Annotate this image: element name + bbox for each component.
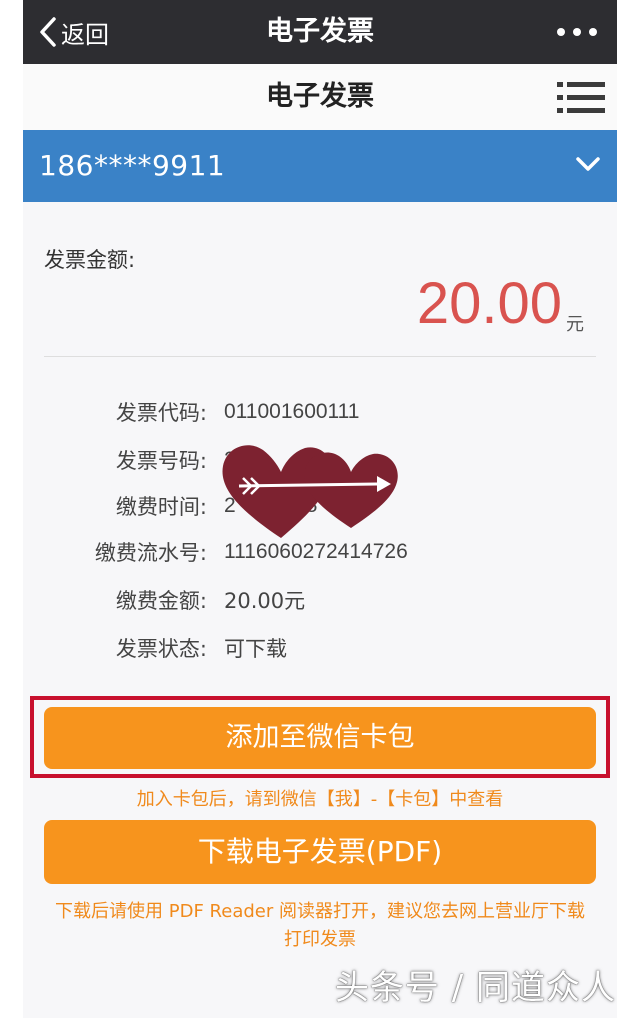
detail-label: 发票号码: bbox=[115, 449, 207, 473]
detail-label: 缴费流水号: bbox=[94, 541, 207, 565]
page-header: 电子发票 bbox=[23, 64, 617, 130]
chevron-left-icon bbox=[40, 17, 56, 47]
detail-value: 20.00元 bbox=[224, 589, 306, 613]
detail-row-amount: 缴费金额: 20.00元 bbox=[23, 580, 617, 620]
detail-label: 发票代码: bbox=[115, 401, 207, 425]
back-label: 返回 bbox=[61, 20, 109, 49]
more-button[interactable] bbox=[557, 18, 597, 46]
amount-unit: 元 bbox=[566, 314, 584, 335]
download-invoice-button[interactable]: 下载电子发票(PDF) bbox=[44, 820, 596, 884]
hearts-arrow-sticker-icon bbox=[222, 445, 398, 538]
detail-value: 可下载 bbox=[224, 637, 287, 661]
detail-value: 1116060272414726 bbox=[224, 540, 408, 563]
navbar: 返回 电子发票 bbox=[23, 0, 617, 64]
amount-label: 发票金额: bbox=[44, 248, 136, 272]
page-title: 电子发票 bbox=[266, 81, 374, 112]
detail-row-status: 发票状态: 可下载 bbox=[23, 628, 617, 668]
right-margin bbox=[617, 0, 640, 1018]
detail-value: 011001600111 bbox=[224, 400, 360, 423]
more-dots-icon bbox=[573, 28, 581, 36]
detail-label: 缴费时间: bbox=[115, 495, 207, 519]
account-selector[interactable]: 186****9911 bbox=[23, 130, 617, 202]
more-dots-icon bbox=[557, 28, 565, 36]
download-hint: 下载后请使用 PDF Reader 阅读器打开，建议您去网上营业厅下载打印发票 bbox=[55, 901, 585, 950]
list-icon[interactable] bbox=[557, 80, 605, 116]
back-button[interactable]: 返回 bbox=[37, 12, 109, 52]
watermark: 头条号 / 同道众人 bbox=[334, 968, 616, 1008]
divider bbox=[44, 356, 596, 357]
phone-screen: 返回 电子发票 电子发票 186****9911 发票金额: 20.00 元 发… bbox=[23, 0, 617, 1018]
more-dots-icon bbox=[589, 28, 597, 36]
left-margin bbox=[0, 0, 23, 1018]
account-number: 186****9911 bbox=[39, 149, 226, 182]
amount-value: 20.00 bbox=[416, 271, 562, 336]
add-wallet-hint: 加入卡包后，请到微信【我】-【卡包】中查看 bbox=[136, 789, 504, 810]
navbar-title: 电子发票 bbox=[266, 16, 374, 47]
add-to-wechat-wallet-button[interactable]: 添加至微信卡包 bbox=[44, 707, 596, 769]
detail-label: 发票状态: bbox=[115, 637, 207, 661]
detail-row-code: 发票代码: 011001600111 bbox=[23, 392, 617, 432]
detail-label: 缴费金额: bbox=[115, 589, 207, 613]
chevron-down-icon bbox=[576, 157, 600, 171]
